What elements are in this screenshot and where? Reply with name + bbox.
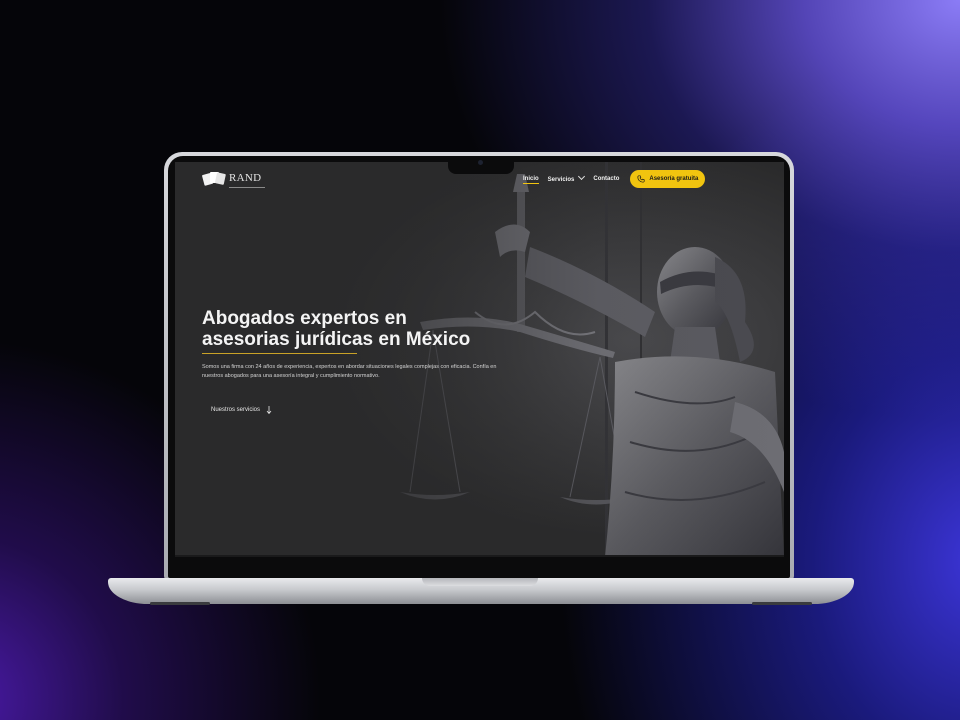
laptop-mockup: RAND Inicio Servicios Contacto Asesoría … — [0, 0, 960, 720]
brand-name: RAND — [229, 172, 262, 184]
brand-underline — [229, 187, 265, 188]
screen-bottom-strip — [175, 555, 784, 557]
hero-title: Abogados expertos en asesorias jurídicas… — [202, 308, 502, 350]
hero-overlay — [175, 162, 784, 557]
free-consultation-label: Asesoría gratuita — [649, 176, 699, 182]
free-consultation-button[interactable]: Asesoría gratuita — [630, 170, 706, 188]
website-screen: RAND Inicio Servicios Contacto Asesoría … — [175, 162, 784, 557]
camera-notch — [448, 156, 514, 174]
hero-title-line1: Abogados expertos en — [202, 308, 407, 329]
laptop-opening-lip — [422, 578, 538, 586]
arrow-down-icon — [266, 406, 272, 414]
hero-divider — [202, 353, 357, 354]
hero-title-line2: asesorias jurídicas en México — [202, 329, 471, 350]
nav-item-servicios-label: Servicios — [547, 176, 575, 183]
our-services-link[interactable]: Nuestros servicios — [211, 406, 272, 414]
brand-logo[interactable]: RAND — [202, 168, 265, 188]
nav-item-servicios[interactable]: Servicios — [547, 172, 586, 183]
camera-icon — [478, 160, 483, 165]
phone-icon — [637, 175, 645, 183]
laptop-foot-right — [752, 602, 812, 605]
chevron-down-icon — [578, 172, 586, 180]
nav-item-inicio[interactable]: Inicio — [523, 176, 539, 184]
nav-item-contacto[interactable]: Contacto — [593, 176, 619, 182]
main-nav: Inicio Servicios Contacto Asesoría gratu… — [523, 170, 706, 188]
our-services-label: Nuestros servicios — [211, 407, 261, 413]
laptop-foot-left — [150, 602, 210, 605]
hero-description: Somos una firma con 24 años de experienc… — [202, 364, 497, 379]
cards-logo-icon — [202, 172, 226, 186]
